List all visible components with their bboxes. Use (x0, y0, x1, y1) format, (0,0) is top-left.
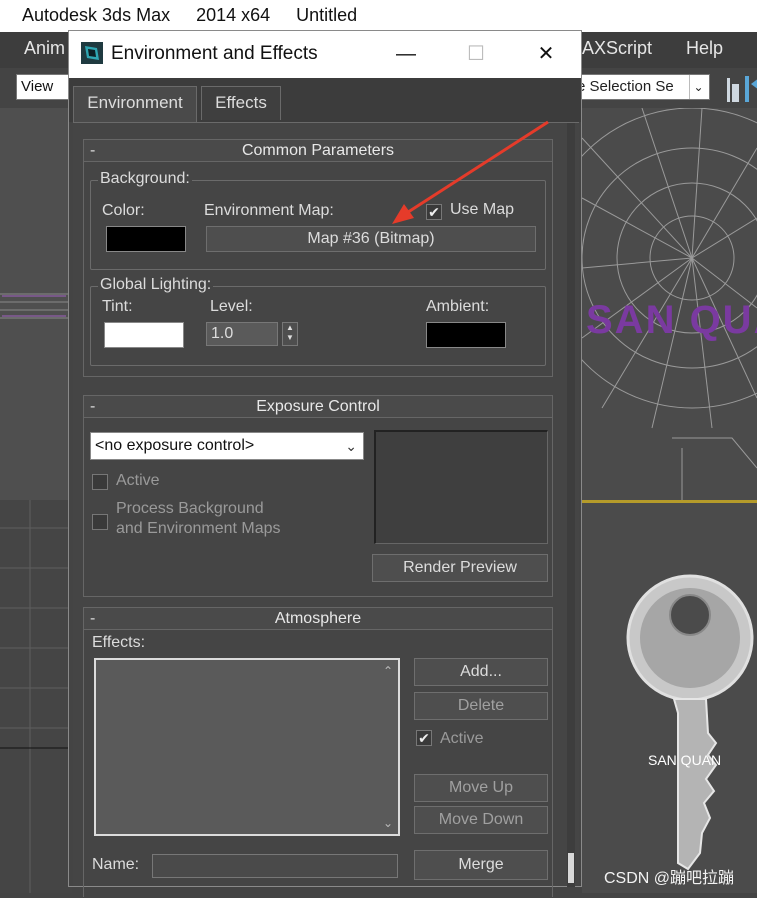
tab-strip: Environment Effects (69, 78, 581, 122)
csdn-watermark: CSDN @蹦吧拉蹦 (604, 870, 735, 887)
collapse-icon: - (90, 398, 96, 415)
effects-list-scrollbar[interactable]: ⌃ ⌄ (378, 660, 398, 834)
mirror-tool-icon[interactable] (726, 74, 740, 104)
checkmark-icon: ✔ (418, 730, 430, 746)
viewport-right[interactable]: SAN QUAN SAN QUAN (582, 108, 757, 893)
reference-coordinate-select[interactable]: View (16, 74, 70, 100)
exposure-control-title: Exposure Control (256, 398, 380, 415)
3dsmax-logo-icon (81, 42, 103, 64)
dialog-title-bar[interactable]: Environment and Effects — ☐ ✕ (69, 31, 581, 78)
tab-effects[interactable]: Effects (201, 86, 281, 120)
common-parameters-title: Common Parameters (241, 142, 395, 159)
background-color-swatch[interactable] (106, 226, 186, 252)
move-down-button[interactable]: Move Down (414, 806, 548, 834)
scroll-up-icon[interactable]: ⌃ (378, 664, 398, 678)
atmosphere-active-label: Active (440, 730, 484, 747)
left-viewport-wireframe (0, 108, 72, 893)
name-label: Name: (92, 856, 140, 873)
dialog-scroll-thumb[interactable] (568, 853, 574, 883)
use-map-label: Use Map (450, 201, 515, 218)
atmosphere-rollout: - Atmosphere Effects: ⌃ ⌄ Add... Delete … (83, 607, 553, 897)
menu-animation[interactable]: Anim (24, 38, 65, 59)
menu-help[interactable]: Help (686, 38, 723, 59)
environment-effects-dialog: Environment and Effects — ☐ ✕ Environmen… (68, 30, 582, 897)
level-label: Level: (210, 298, 253, 315)
effects-list[interactable]: ⌃ ⌄ (94, 658, 400, 836)
menu-maxscript[interactable]: AXScript (582, 38, 652, 59)
exposure-control-rollout: - Exposure Control <no exposure control>… (83, 395, 553, 597)
chevron-down-icon: ⌄ (345, 438, 357, 454)
exposure-active-label: Active (116, 472, 160, 489)
move-up-button[interactable]: Move Up (414, 774, 548, 802)
delete-effect-button[interactable]: Delete (414, 692, 548, 720)
tint-label: Tint: (102, 298, 133, 315)
level-spinner-arrows[interactable]: ▲ ▼ (282, 322, 298, 346)
minimize-icon: — (396, 43, 416, 65)
environment-map-button[interactable]: Map #36 (Bitmap) (206, 226, 536, 252)
perspective-viewport[interactable]: SAN QUAN (582, 108, 757, 500)
dialog-scrollbar[interactable] (567, 123, 575, 887)
maximize-button[interactable]: ☐ (441, 31, 511, 78)
chevron-down-icon: ⌄ (689, 75, 707, 99)
maximize-icon: ☐ (467, 43, 485, 65)
scroll-down-icon[interactable]: ⌄ (378, 816, 398, 830)
app-title-bar: Autodesk 3ds Max 2014 x64 Untitled (0, 0, 757, 32)
environment-map-label: Environment Map: (204, 202, 334, 219)
close-button[interactable]: ✕ (511, 31, 581, 78)
effect-name-input[interactable] (152, 854, 398, 878)
key-label: SAN QUAN (648, 752, 722, 768)
color-label: Color: (102, 202, 145, 219)
key-model (626, 574, 754, 871)
minimize-button[interactable]: — (371, 31, 441, 78)
common-parameters-header[interactable]: - Common Parameters (84, 140, 552, 162)
effects-label: Effects: (92, 634, 146, 651)
exposure-preview-window (374, 430, 548, 544)
atmosphere-active-checkbox[interactable]: ✔ (416, 730, 432, 746)
close-icon: ✕ (537, 43, 555, 65)
app-name: Autodesk 3ds Max (22, 5, 171, 25)
collapse-icon: - (90, 610, 96, 627)
tab-environment[interactable]: Environment (73, 86, 197, 122)
align-tool-icon[interactable] (742, 74, 757, 104)
ambient-label: Ambient: (426, 298, 490, 315)
background-label: Background: (98, 170, 192, 188)
collapse-icon: - (90, 142, 96, 159)
tint-color-swatch[interactable] (104, 322, 184, 348)
merge-button[interactable]: Merge (414, 850, 548, 880)
san-quan-3d-text: SAN QUAN (586, 298, 757, 342)
use-map-checkbox[interactable]: ✔ (426, 204, 442, 220)
atmosphere-header[interactable]: - Atmosphere (84, 608, 552, 630)
dialog-title: Environment and Effects (111, 43, 318, 64)
named-selection-value: e Selection Se (577, 78, 674, 95)
exposure-control-header[interactable]: - Exposure Control (84, 396, 552, 418)
app-version: 2014 x64 (196, 5, 271, 25)
viewport-left[interactable] (0, 108, 72, 893)
add-effect-button[interactable]: Add... (414, 658, 548, 686)
process-background-checkbox[interactable] (92, 514, 108, 530)
common-parameters-rollout: - Common Parameters Background: Color: E… (83, 139, 553, 377)
background-group (90, 180, 546, 270)
checkmark-icon: ✔ (428, 204, 440, 220)
dialog-body: - Common Parameters Background: Color: E… (73, 122, 579, 897)
named-selection-select[interactable]: e Selection Se ⌄ (572, 74, 710, 100)
process-environment-label: and Environment Maps (116, 520, 281, 537)
atmosphere-title: Atmosphere (274, 610, 362, 627)
render-preview-button[interactable]: Render Preview (372, 554, 548, 582)
exposure-control-select[interactable]: <no exposure control> ⌄ (90, 432, 364, 460)
file-name: Untitled (296, 5, 358, 25)
ambient-color-swatch[interactable] (426, 322, 506, 348)
level-spinner-input[interactable]: 1.0 (206, 322, 278, 346)
process-background-label: Process Background (116, 500, 264, 517)
exposure-active-checkbox[interactable] (92, 474, 108, 490)
exposure-control-value: <no exposure control> (95, 437, 255, 454)
global-lighting-label: Global Lighting: (98, 276, 214, 294)
